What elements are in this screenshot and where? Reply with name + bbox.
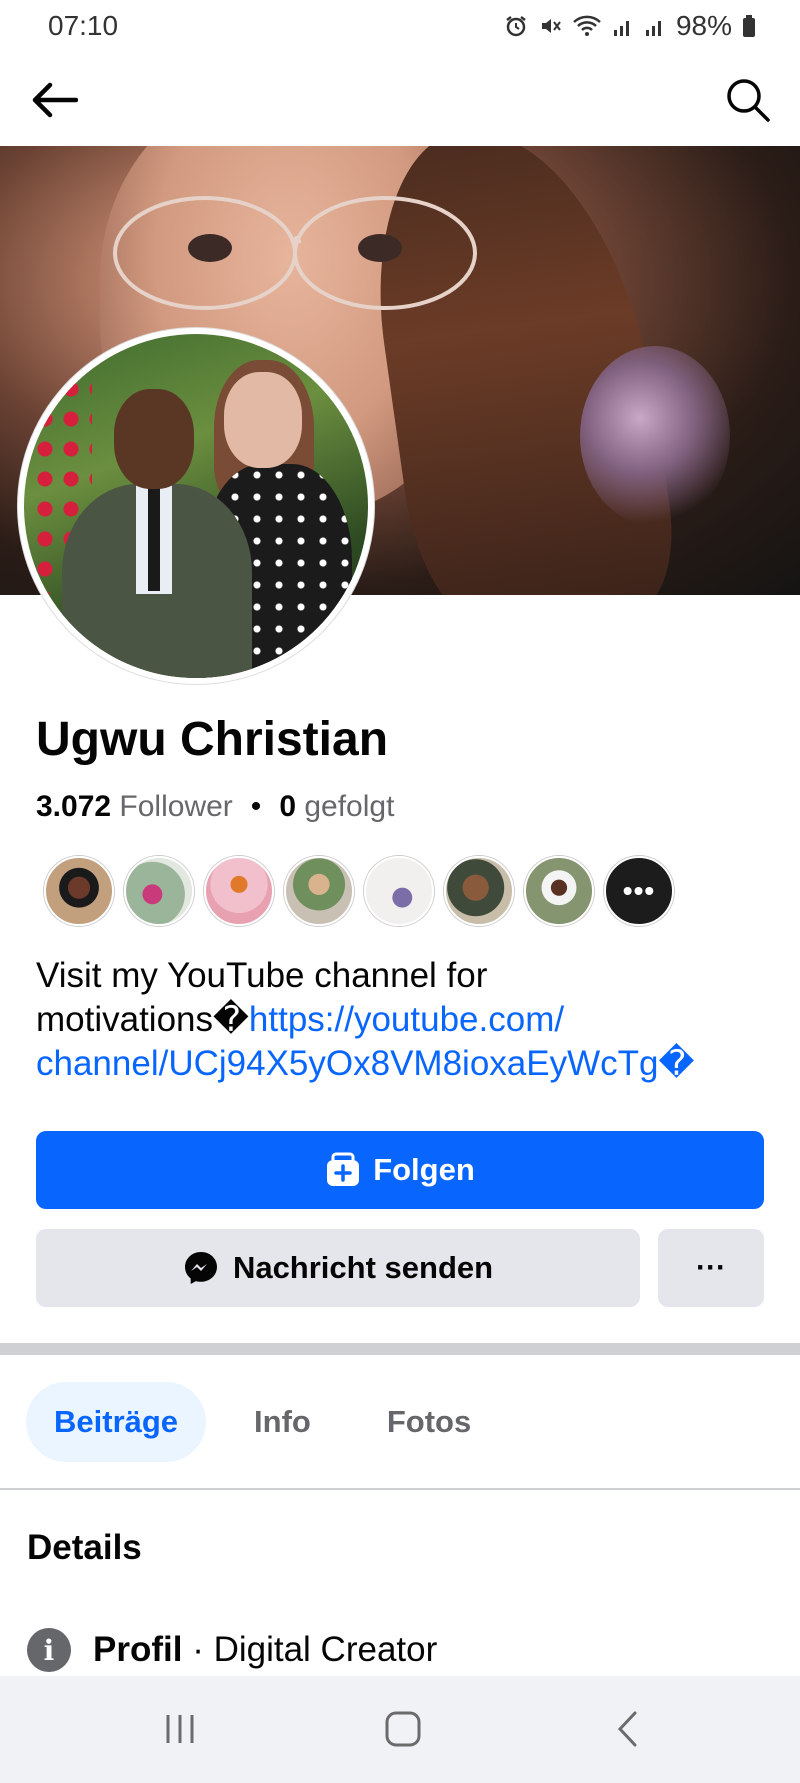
send-message-label: Nachricht senden: [232, 1250, 494, 1285]
send-message-button[interactable]: Nachricht senden: [36, 1229, 640, 1307]
follow-icon: [327, 1152, 360, 1186]
android-navigation-bar: [0, 1676, 800, 1783]
more-followers-button[interactable]: •••: [604, 856, 674, 926]
wifi-icon: [572, 14, 602, 38]
status-icons: 98%: [504, 10, 756, 42]
chevron-left-icon: [617, 1711, 637, 1747]
follower-avatar[interactable]: [284, 856, 354, 926]
bio-link-part1: https://youtube.com/: [248, 1000, 565, 1039]
followers-link[interactable]: 3.072 Follower: [36, 790, 233, 824]
search-button[interactable]: [720, 72, 776, 128]
follower-avatar[interactable]: [444, 856, 514, 926]
follower-avatars: •••: [44, 856, 674, 926]
profile-bio: Visit my YouTube channel for motivations…: [36, 954, 756, 1086]
follower-avatar[interactable]: [364, 856, 434, 926]
profile-avatar[interactable]: [18, 328, 374, 684]
system-back-button[interactable]: [588, 1696, 668, 1762]
cover-glasses: [113, 196, 477, 310]
avatar-man-tie: [148, 486, 160, 591]
tab-posts[interactable]: Beiträge: [26, 1382, 207, 1462]
profile-name: Ugwu Christian: [36, 713, 389, 766]
follower-avatar[interactable]: [204, 856, 274, 926]
home-button[interactable]: [363, 1696, 443, 1762]
back-button[interactable]: [26, 72, 82, 128]
avatar-photo: [24, 334, 368, 678]
details-title: Details: [27, 1528, 142, 1567]
avatar-woman-head: [224, 372, 302, 468]
signal-icon: [612, 14, 634, 38]
follower-stats: 3.072 Follower • 0 gefolgt: [36, 790, 394, 824]
followers-count: 3.072: [36, 790, 112, 823]
following-label: gefolgt: [304, 790, 395, 823]
follower-avatar[interactable]: [124, 856, 194, 926]
detail-row-profile: i Profil · Digital Creator: [27, 1628, 437, 1672]
cover-flowers: [580, 346, 730, 526]
tab-info[interactable]: Info: [226, 1382, 339, 1462]
recent-apps-button[interactable]: [140, 1696, 220, 1762]
status-time: 07:10: [48, 10, 119, 41]
more-options-icon: ···: [696, 1251, 726, 1284]
following-count: 0: [279, 790, 296, 823]
search-icon: [727, 79, 770, 122]
recent-apps-icon: [166, 1715, 194, 1743]
arrow-left-icon: [32, 82, 78, 118]
info-icon: i: [27, 1628, 71, 1672]
messenger-icon: [184, 1252, 217, 1284]
followers-label: Follower: [119, 790, 233, 823]
tab-photos[interactable]: Fotos: [359, 1382, 499, 1462]
alarm-icon: [504, 14, 528, 38]
signal-icon: [644, 14, 666, 38]
follow-label: Folgen: [373, 1152, 475, 1187]
avatar-man-head: [114, 389, 194, 489]
home-icon: [385, 1711, 421, 1747]
section-separator: [0, 1343, 800, 1355]
bio-link-part2: channel/UCj94X5yOx8VM8ioxaEyWcTg: [36, 1044, 659, 1083]
detail-value: · Digital Creator: [192, 1630, 438, 1669]
more-options-button[interactable]: ···: [658, 1229, 764, 1307]
following-link[interactable]: 0 gefolgt: [279, 790, 394, 824]
detail-label: Profil: [93, 1630, 183, 1669]
follow-button[interactable]: Folgen: [36, 1131, 764, 1209]
top-navigation: [0, 56, 800, 146]
stats-separator: •: [250, 790, 262, 823]
follower-avatar[interactable]: [44, 856, 114, 926]
battery-icon: [742, 14, 756, 38]
profile-tabs: Beiträge Info Fotos: [26, 1382, 499, 1462]
mute-icon: [538, 14, 562, 38]
tabs-divider: [0, 1488, 800, 1490]
bio-suffix: �: [658, 1044, 695, 1083]
follower-avatar[interactable]: [524, 856, 594, 926]
status-bar: 07:10 98%: [0, 0, 800, 56]
battery-percent: 98%: [675, 10, 732, 41]
